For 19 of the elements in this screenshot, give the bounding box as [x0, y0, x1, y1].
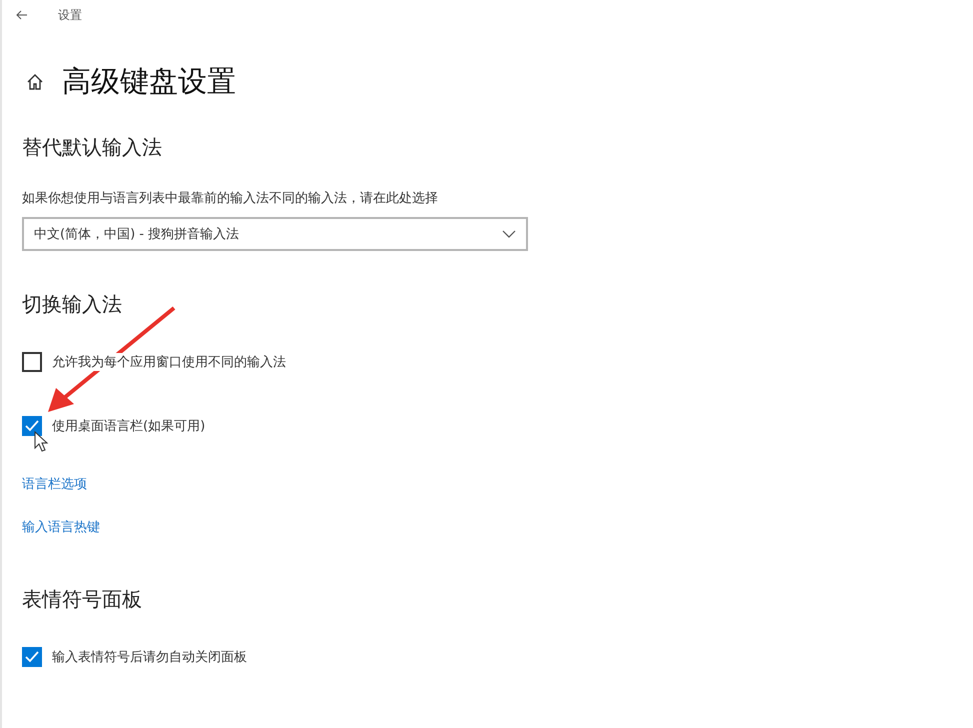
mouse-cursor-icon: [34, 430, 48, 452]
chevron-down-icon: [502, 230, 516, 238]
description-text: 如果你想使用与语言列表中最靠前的输入法不同的输入法，请在此处选择: [22, 190, 438, 207]
app-title: 设置: [58, 6, 82, 24]
settings-link[interactable]: 语言栏选项: [22, 475, 87, 493]
section-heading: 表情符号面板: [22, 586, 142, 613]
back-arrow-icon[interactable]: [16, 10, 28, 20]
checkbox[interactable]: [22, 416, 42, 436]
checkbox-label: 使用桌面语言栏(如果可用): [52, 417, 206, 435]
input-method-dropdown[interactable]: 中文(简体，中国) - 搜狗拼音输入法: [22, 217, 528, 251]
checkbox[interactable]: [22, 647, 42, 667]
settings-link[interactable]: 输入语言热键: [22, 518, 100, 536]
section-heading: 切换输入法: [22, 291, 122, 318]
checkbox-label: 允许我为每个应用窗口使用不同的输入法: [52, 353, 286, 371]
page-title: 高级键盘设置: [62, 63, 236, 100]
checkbox-label: 输入表情符号后请勿自动关闭面板: [52, 648, 247, 666]
section-heading: 替代默认输入法: [22, 134, 162, 161]
home-icon[interactable]: [26, 73, 44, 91]
checkbox[interactable]: [22, 352, 42, 372]
